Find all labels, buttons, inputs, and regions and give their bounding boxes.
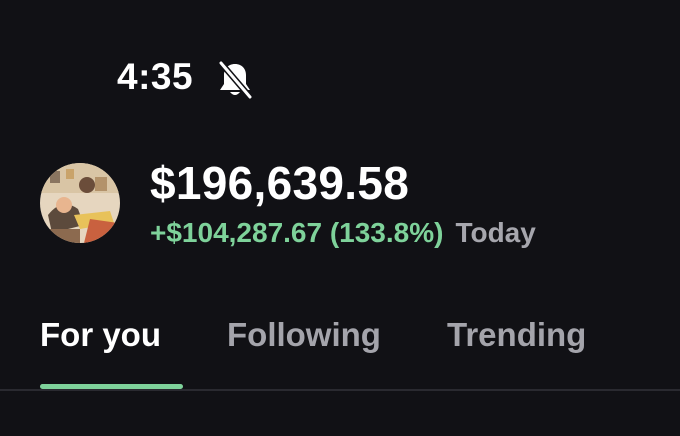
portfolio-change-row: +$104,287.67 (133.8%) Today <box>150 219 536 247</box>
avatar-illustration <box>40 163 120 243</box>
portfolio-change: +$104,287.67 (133.8%) <box>150 217 444 248</box>
change-period-label: Today <box>455 217 536 248</box>
bell-slash-icon <box>218 60 253 100</box>
tab-trending[interactable]: Trending <box>447 318 586 351</box>
status-time: 4:35 <box>117 56 194 97</box>
feed-tabs: For you Following Trending <box>0 318 680 358</box>
tab-following[interactable]: Following <box>227 318 381 351</box>
avatar[interactable] <box>40 163 120 243</box>
portfolio-balance: $196,639.58 <box>150 157 410 209</box>
tab-for-you[interactable]: For you <box>40 318 161 351</box>
tabs-divider <box>0 389 680 391</box>
